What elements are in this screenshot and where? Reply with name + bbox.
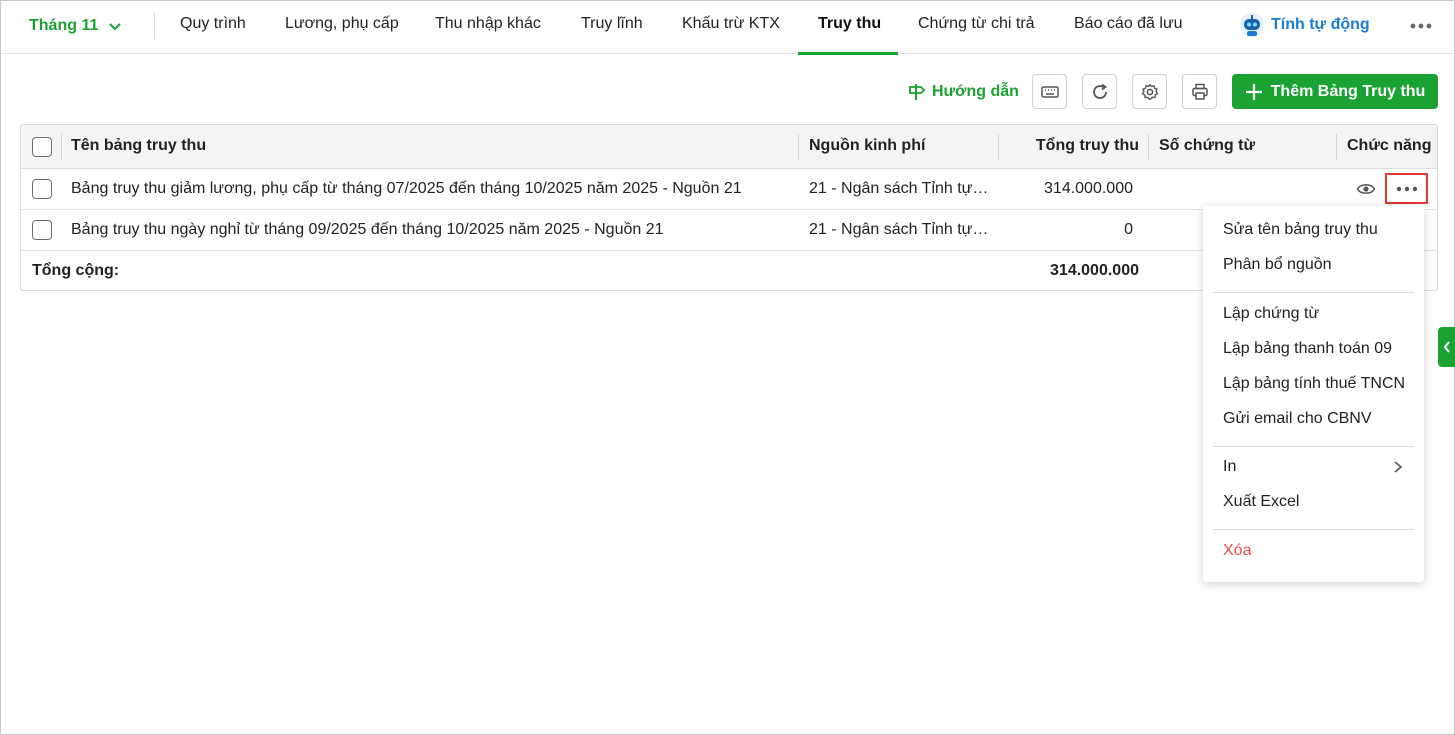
- chevron-left-icon: [1443, 341, 1450, 353]
- footer-total: 314.000.000: [1050, 262, 1139, 279]
- print-button[interactable]: [1182, 74, 1217, 109]
- tab-bao-cao-da-luu[interactable]: Báo cáo đã lưu: [1074, 1, 1183, 54]
- table-row[interactable]: Bảng truy thu giảm lương, phụ cấp từ thá…: [21, 169, 1437, 210]
- ellipsis-icon: [1396, 186, 1417, 191]
- guide-label: Hướng dẫn: [932, 83, 1019, 100]
- view-icon[interactable]: [1356, 180, 1376, 198]
- month-selector[interactable]: Tháng 11: [29, 14, 122, 38]
- row-source: 21 - Ngân sách Tỉnh tự ...: [809, 221, 989, 238]
- footer-label: Tổng cộng:: [32, 262, 120, 279]
- column-separator: [1148, 134, 1149, 160]
- active-tab-indicator: [798, 52, 898, 55]
- menu-divider: [1213, 529, 1414, 530]
- tab-truy-thu[interactable]: Truy thu: [818, 1, 881, 54]
- menu-item-print-label: In: [1223, 458, 1237, 475]
- chevron-down-icon: [109, 23, 122, 31]
- refresh-icon: [1092, 83, 1107, 99]
- header-voucher[interactable]: Số chứng từ: [1159, 125, 1329, 169]
- row-name: Bảng truy thu ngày nghỉ từ tháng 09/2025…: [71, 221, 664, 238]
- plus-icon: [1245, 83, 1262, 100]
- menu-item-rename[interactable]: Sửa tên bảng truy thu: [1223, 215, 1413, 245]
- row-voucher: [1159, 169, 1329, 209]
- tab-truy-linh[interactable]: Truy lĩnh: [581, 1, 643, 54]
- column-separator: [61, 134, 62, 160]
- column-separator: [1336, 134, 1337, 160]
- menu-item-send-email[interactable]: Gửi email cho CBNV: [1223, 404, 1413, 434]
- tab-thu-nhap-khac[interactable]: Thu nhập khác: [435, 1, 541, 54]
- column-separator: [798, 134, 799, 160]
- add-recovery-table-label: Thêm Bảng Truy thu: [1270, 82, 1426, 100]
- menu-divider: [1213, 446, 1414, 447]
- auto-calculate-label: Tính tự động: [1271, 16, 1370, 33]
- add-recovery-table-button[interactable]: Thêm Bảng Truy thu: [1232, 74, 1438, 109]
- menu-item-pit-table[interactable]: Lập bảng tính thuế TNCN: [1223, 369, 1413, 399]
- guide-link[interactable]: Hướng dẫn: [907, 80, 1019, 104]
- keyboard-shortcut-button[interactable]: [1032, 74, 1067, 109]
- month-label: Tháng 11: [29, 17, 99, 34]
- top-navigation: Tháng 11 Quy trình Lương, phụ cấp Thu nh…: [1, 1, 1454, 55]
- row-checkbox[interactable]: [32, 179, 52, 199]
- header-actions: Chức năng: [1347, 137, 1432, 154]
- more-options-icon[interactable]: [1406, 14, 1436, 38]
- settings-button[interactable]: [1132, 74, 1167, 109]
- menu-item-delete[interactable]: Xóa: [1223, 536, 1413, 566]
- column-separator: [998, 134, 999, 160]
- signpost-icon: [909, 84, 926, 100]
- side-panel-toggle[interactable]: [1438, 327, 1455, 367]
- table-header: Tên bảng truy thu Nguồn kinh phí Tổng tr…: [21, 125, 1437, 169]
- printer-icon: [1191, 83, 1208, 100]
- row-more-button[interactable]: [1385, 173, 1428, 204]
- tab-luong-phu-cap[interactable]: Lương, phụ cấp: [285, 1, 399, 54]
- refresh-button[interactable]: [1082, 74, 1117, 109]
- menu-item-create-voucher[interactable]: Lập chứng từ: [1223, 299, 1413, 329]
- tab-chung-tu-chi-tra[interactable]: Chứng từ chi trả: [918, 1, 1035, 54]
- row-source: 21 - Ngân sách Tỉnh tự ...: [809, 180, 989, 197]
- header-source[interactable]: Nguồn kinh phí: [809, 125, 999, 169]
- row-total: 0: [1124, 221, 1133, 238]
- tab-quy-trinh[interactable]: Quy trình: [180, 1, 246, 54]
- nav-divider: [154, 13, 155, 39]
- menu-item-allocate-source[interactable]: Phân bổ nguồn: [1223, 250, 1413, 280]
- row-total: 314.000.000: [1044, 180, 1133, 197]
- select-all-checkbox[interactable]: [32, 137, 52, 157]
- header-total[interactable]: Tổng truy thu: [1001, 125, 1139, 169]
- chevron-right-icon: [1394, 461, 1403, 473]
- row-checkbox[interactable]: [32, 220, 52, 240]
- keyboard-icon: [1040, 85, 1059, 98]
- menu-item-print[interactable]: In: [1223, 452, 1413, 482]
- menu-item-export-excel[interactable]: Xuất Excel: [1223, 487, 1413, 517]
- robot-icon: [1240, 13, 1264, 37]
- header-name[interactable]: Tên bảng truy thu: [71, 125, 791, 169]
- row-context-menu: Sửa tên bảng truy thu Phân bổ nguồn Lập …: [1203, 206, 1424, 582]
- tab-khau-tru-ktx[interactable]: Khấu trừ KTX: [682, 1, 780, 54]
- auto-calculate-button[interactable]: Tính tự động: [1239, 11, 1370, 39]
- row-name: Bảng truy thu giảm lương, phụ cấp từ thá…: [71, 180, 742, 197]
- gear-icon: [1141, 83, 1158, 100]
- menu-item-payment-table-09[interactable]: Lập bảng thanh toán 09: [1223, 334, 1413, 364]
- menu-divider: [1213, 292, 1414, 293]
